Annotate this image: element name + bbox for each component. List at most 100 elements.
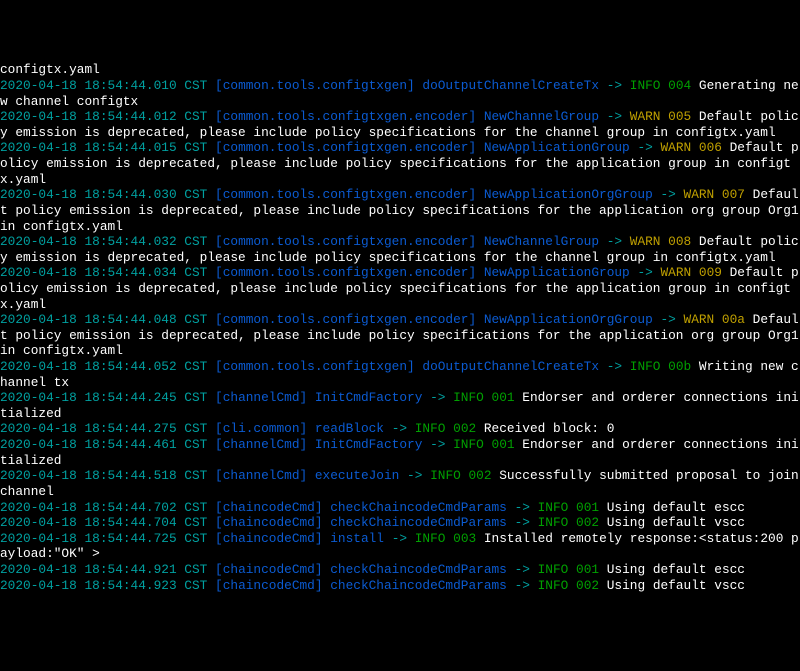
log-module: [chaincodeCmd] <box>215 531 323 546</box>
log-function: readBlock <box>315 421 384 436</box>
log-line: 2020-04-18 18:54:44.518 CST [channelCmd]… <box>0 468 800 499</box>
log-line: 2020-04-18 18:54:44.921 CST [chaincodeCm… <box>0 562 800 578</box>
log-timestamp: 2020-04-18 18:54:44.032 CST <box>0 234 207 249</box>
log-arrow: -> <box>515 500 530 515</box>
log-level: INFO <box>538 562 569 577</box>
log-timestamp: 2020-04-18 18:54:44.518 CST <box>0 468 207 483</box>
log-module: [chaincodeCmd] <box>215 500 323 515</box>
log-module: [channelCmd] <box>215 390 307 405</box>
log-arrow: -> <box>515 562 530 577</box>
log-arrow: -> <box>607 359 622 374</box>
log-timestamp: 2020-04-18 18:54:44.030 CST <box>0 187 207 202</box>
log-line: configtx.yaml <box>0 62 800 78</box>
log-arrow: -> <box>430 390 445 405</box>
log-timestamp: 2020-04-18 18:54:44.245 CST <box>0 390 207 405</box>
log-function: checkChaincodeCmdParams <box>330 562 507 577</box>
log-code: 009 <box>699 265 722 280</box>
log-code: 001 <box>576 562 599 577</box>
log-line: 2020-04-18 18:54:44.245 CST [channelCmd]… <box>0 390 800 421</box>
log-module: [chaincodeCmd] <box>215 515 323 530</box>
log-module: [chaincodeCmd] <box>215 578 323 593</box>
log-line: 2020-04-18 18:54:44.012 CST [common.tool… <box>0 109 800 140</box>
log-arrow: -> <box>637 265 652 280</box>
log-level: WARN <box>684 187 715 202</box>
log-code: 004 <box>668 78 691 93</box>
log-code: 008 <box>668 234 691 249</box>
log-message: Received block: 0 <box>484 421 615 436</box>
log-level: INFO <box>538 578 569 593</box>
log-line: 2020-04-18 18:54:44.030 CST [common.tool… <box>0 187 800 234</box>
log-function: checkChaincodeCmdParams <box>330 578 507 593</box>
log-module: [channelCmd] <box>215 437 307 452</box>
log-function: doOutputChannelCreateTx <box>422 359 599 374</box>
log-line: 2020-04-18 18:54:44.275 CST [cli.common]… <box>0 421 800 437</box>
log-line: 2020-04-18 18:54:44.461 CST [channelCmd]… <box>0 437 800 468</box>
log-timestamp: 2020-04-18 18:54:44.461 CST <box>0 437 207 452</box>
log-level: WARN <box>630 234 661 249</box>
log-code: 00a <box>722 312 745 327</box>
log-function: checkChaincodeCmdParams <box>330 500 507 515</box>
log-line: 2020-04-18 18:54:44.702 CST [chaincodeCm… <box>0 500 800 516</box>
log-function: InitCmdFactory <box>315 390 423 405</box>
log-level: INFO <box>430 468 461 483</box>
log-line: 2020-04-18 18:54:44.032 CST [common.tool… <box>0 234 800 265</box>
log-line: 2020-04-18 18:54:44.052 CST [common.tool… <box>0 359 800 390</box>
log-function: NewApplicationGroup <box>484 140 630 155</box>
log-function: executeJoin <box>315 468 399 483</box>
log-level: INFO <box>415 421 446 436</box>
log-module: [channelCmd] <box>215 468 307 483</box>
log-level: WARN <box>684 312 715 327</box>
log-code: 00b <box>668 359 691 374</box>
log-line: 2020-04-18 18:54:44.704 CST [chaincodeCm… <box>0 515 800 531</box>
log-module: [common.tools.configtxgen] <box>215 78 415 93</box>
log-timestamp: 2020-04-18 18:54:44.702 CST <box>0 500 207 515</box>
log-code: 007 <box>722 187 745 202</box>
log-arrow: -> <box>392 421 407 436</box>
log-arrow: -> <box>607 109 622 124</box>
log-line: 2020-04-18 18:54:44.015 CST [common.tool… <box>0 140 800 187</box>
log-module: [common.tools.configtxgen.encoder] <box>215 140 476 155</box>
log-code: 002 <box>469 468 492 483</box>
log-timestamp: 2020-04-18 18:54:44.034 CST <box>0 265 207 280</box>
log-function: NewChannelGroup <box>484 109 599 124</box>
log-arrow: -> <box>515 578 530 593</box>
log-arrow: -> <box>515 515 530 530</box>
log-arrow: -> <box>660 312 675 327</box>
log-code: 002 <box>453 421 476 436</box>
log-message: Using default vscc <box>607 515 745 530</box>
log-message: Using default vscc <box>607 578 745 593</box>
log-code: 002 <box>576 515 599 530</box>
log-line: 2020-04-18 18:54:44.048 CST [common.tool… <box>0 312 800 359</box>
terminal-output: configtx.yaml2020-04-18 18:54:44.010 CST… <box>0 62 800 593</box>
log-code: 002 <box>576 578 599 593</box>
log-module: [chaincodeCmd] <box>215 562 323 577</box>
log-level: INFO <box>630 359 661 374</box>
log-code: 005 <box>668 109 691 124</box>
log-timestamp: 2020-04-18 18:54:44.725 CST <box>0 531 207 546</box>
log-timestamp: 2020-04-18 18:54:44.010 CST <box>0 78 207 93</box>
log-level: WARN <box>660 265 691 280</box>
log-level: INFO <box>538 515 569 530</box>
log-level: INFO <box>630 78 661 93</box>
log-module: [common.tools.configtxgen.encoder] <box>215 234 476 249</box>
log-timestamp: 2020-04-18 18:54:44.923 CST <box>0 578 207 593</box>
log-module: [common.tools.configtxgen] <box>215 359 415 374</box>
log-message: Using default escc <box>607 562 745 577</box>
log-code: 003 <box>453 531 476 546</box>
log-function: NewChannelGroup <box>484 234 599 249</box>
log-line: 2020-04-18 18:54:44.923 CST [chaincodeCm… <box>0 578 800 594</box>
log-module: [common.tools.configtxgen.encoder] <box>215 187 476 202</box>
log-function: checkChaincodeCmdParams <box>330 515 507 530</box>
log-module: [common.tools.configtxgen.encoder] <box>215 109 476 124</box>
log-function: install <box>330 531 384 546</box>
log-pretext: configtx.yaml <box>0 62 100 77</box>
log-timestamp: 2020-04-18 18:54:44.275 CST <box>0 421 207 436</box>
log-level: INFO <box>415 531 446 546</box>
log-level: WARN <box>660 140 691 155</box>
log-line: 2020-04-18 18:54:44.010 CST [common.tool… <box>0 78 800 109</box>
log-level: WARN <box>630 109 661 124</box>
log-function: doOutputChannelCreateTx <box>422 78 599 93</box>
log-module: [common.tools.configtxgen.encoder] <box>215 312 476 327</box>
log-function: NewApplicationOrgGroup <box>484 312 653 327</box>
log-timestamp: 2020-04-18 18:54:44.704 CST <box>0 515 207 530</box>
